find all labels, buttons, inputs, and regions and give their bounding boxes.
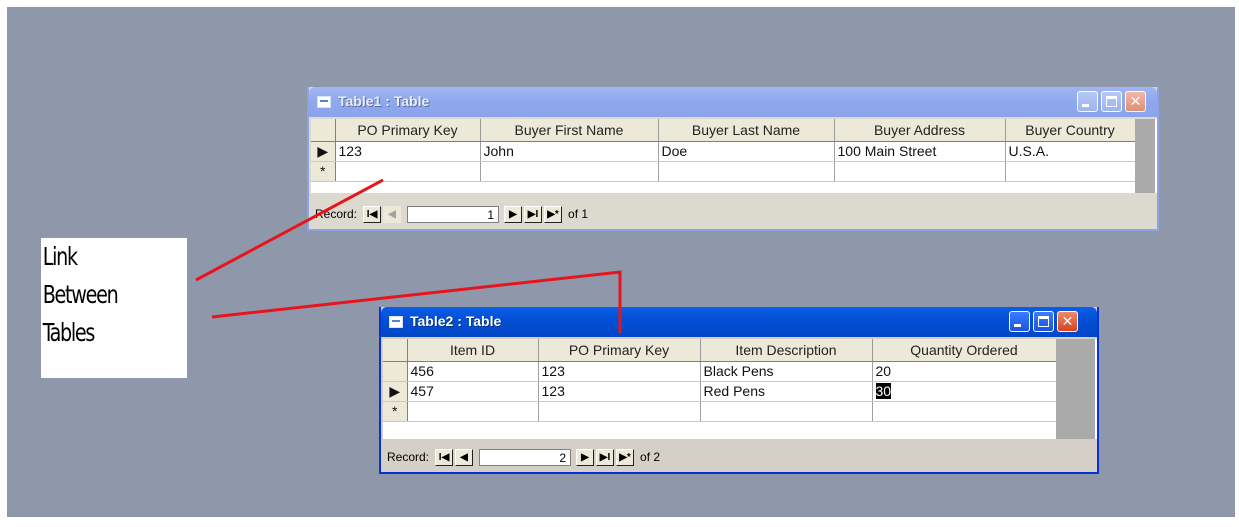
- link-line-table2: [211, 270, 622, 333]
- link-line-table1: [195, 178, 384, 282]
- link-lines: [195, 178, 622, 333]
